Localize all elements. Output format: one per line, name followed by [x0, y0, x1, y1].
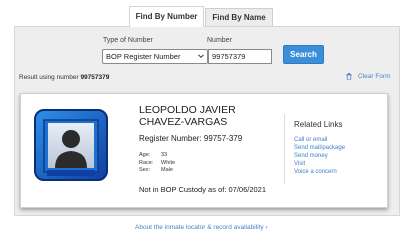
fact-sex: Sex: Male [139, 167, 175, 175]
inmate-name: LEOPOLDO JAVIER CHAVEZ-VARGAS [139, 104, 236, 128]
result-prefix: Result using number [19, 74, 79, 81]
fact-value: Male [161, 167, 173, 173]
number-label: Number [207, 37, 232, 44]
fact-value: White [161, 159, 176, 166]
person-placeholder-icon [34, 109, 108, 181]
tab-find-by-name[interactable]: Find By Name [205, 8, 273, 26]
chevron-down-icon [198, 54, 204, 59]
related-link-call-email[interactable]: Call or email [294, 136, 345, 144]
related-link-visit[interactable]: Visit [294, 160, 345, 168]
clear-form-link[interactable]: Clear Form [346, 73, 391, 80]
result-number: 99757379 [80, 74, 110, 81]
number-input[interactable]: 99757379 [208, 49, 272, 64]
fact-value: 33 [161, 152, 168, 158]
number-type-select[interactable]: BOP Register Number [102, 49, 208, 64]
fact-key: Race: [139, 159, 154, 166]
about-locator-link[interactable]: About the inmate locator & record availa… [135, 224, 268, 231]
type-of-number-label: Type of Number [103, 37, 153, 44]
search-tabs: Find By Number Find By Name [129, 6, 273, 27]
custody-status: Not in BOP Custody as of: 07/06/2021 [139, 185, 267, 194]
fact-race: Race: White [139, 160, 175, 168]
inmate-result-card: LEOPOLDO JAVIER CHAVEZ-VARGAS Register N… [20, 93, 388, 208]
clear-form-label: Clear Form [358, 73, 391, 80]
number-type-value: BOP Register Number [106, 52, 181, 61]
related-link-send-money[interactable]: Send money [294, 152, 345, 160]
inmate-facts: Age: 33 Race: White Sex: Male [139, 152, 175, 175]
fact-key: Sex: [139, 167, 151, 173]
trash-icon [346, 73, 352, 80]
tab-find-by-number[interactable]: Find By Number [129, 6, 204, 27]
related-link-send-mail[interactable]: Send mail/package [294, 144, 345, 152]
card-divider [284, 114, 285, 184]
search-panel: Type of Number Number BOP Register Numbe… [14, 26, 400, 216]
related-links-list: Call or email Send mail/package Send mon… [294, 136, 345, 176]
fact-age: Age: 33 [139, 152, 175, 160]
fact-key: Age: [139, 152, 151, 158]
related-links-title: Related Links [294, 120, 343, 129]
related-link-voice-concern[interactable]: Voice a concern [294, 168, 345, 176]
search-button[interactable]: Search [283, 45, 324, 64]
register-number: Register Number: 99757-379 [139, 134, 243, 143]
result-summary: Result using number 99757379 [19, 74, 109, 81]
